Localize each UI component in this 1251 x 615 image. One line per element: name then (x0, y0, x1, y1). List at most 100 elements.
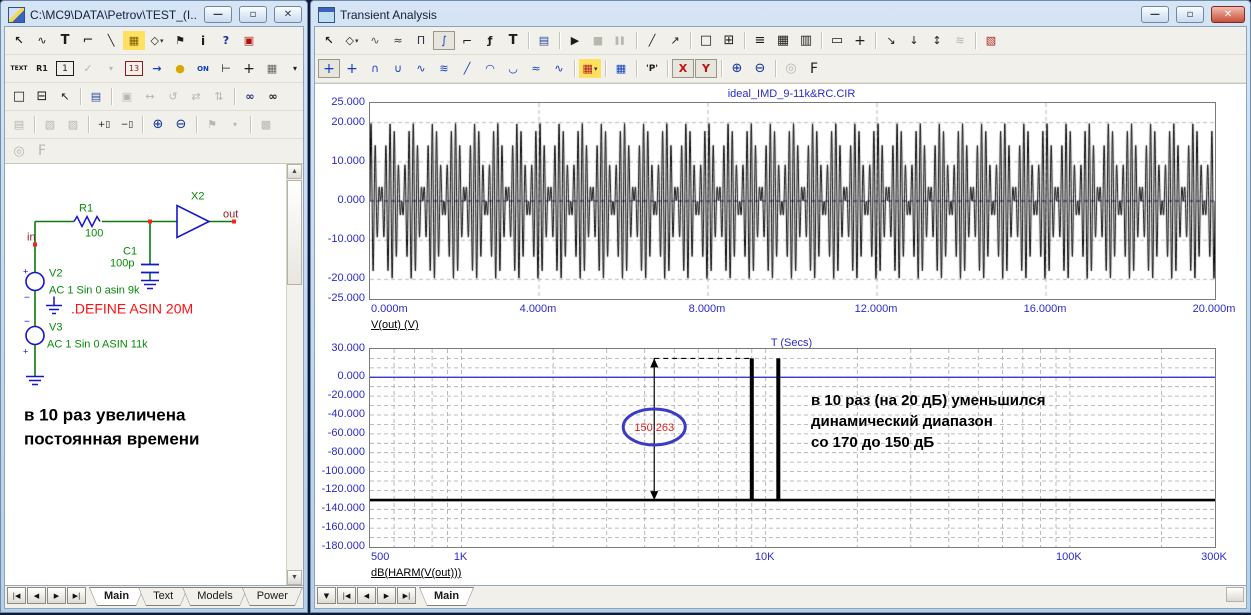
power-display-icon[interactable]: ● (169, 59, 191, 78)
stripes-horizontal-icon[interactable]: ≡ (749, 31, 771, 50)
nav-button[interactable]: ▶| (397, 587, 416, 604)
resistor-r1[interactable] (74, 217, 100, 227)
close-button[interactable]: ✕ (1211, 6, 1245, 23)
select-region-icon[interactable]: □ (695, 31, 717, 50)
value-display-icon[interactable]: 13 (125, 61, 143, 76)
zoom-in-icon[interactable]: ⊕ (147, 115, 169, 134)
go-to-low-icon[interactable]: ≋ (433, 59, 455, 78)
node-numbers-icon[interactable]: 1 (56, 61, 74, 76)
go-to-branch-icon[interactable]: ∿ (548, 59, 570, 78)
text-mode-icon[interactable]: T (54, 31, 76, 50)
find-component-icon[interactable]: ∞ (239, 87, 261, 106)
properties-icon[interactable]: ▤ (533, 31, 555, 50)
remove-page-icon[interactable]: −▯ (116, 115, 138, 134)
scroll-down-button[interactable]: ▼ (287, 570, 302, 585)
grid-icon[interactable]: ▦ (261, 59, 283, 78)
go-to-valley-icon[interactable]: ∪ (387, 59, 409, 78)
nav-button[interactable]: ▼ (317, 587, 336, 604)
clean-up-icon[interactable]: ▦▾ (579, 59, 601, 78)
go-to-high-icon[interactable]: ∿ (410, 59, 432, 78)
maximize-button[interactable]: ▫ (1176, 6, 1204, 23)
stripes-sparse-icon[interactable]: ▥ (795, 31, 817, 50)
flag-mode-icon[interactable]: ⚑ (169, 31, 191, 50)
transient-plot[interactable] (369, 102, 1216, 300)
go-to-inflection-icon[interactable]: ≈ (525, 59, 547, 78)
scope-colors-icon[interactable]: ▧ (980, 31, 1002, 50)
find-icon[interactable]: ∞ (262, 87, 284, 106)
component-mode-icon[interactable]: ▦ (123, 31, 145, 50)
nav-button[interactable]: |◀ (7, 587, 26, 604)
spectrum-plot[interactable]: 150.263 (369, 348, 1216, 548)
current-display-icon[interactable]: → (146, 59, 168, 78)
single-panel-icon[interactable]: ▭ (826, 31, 848, 50)
nav-button[interactable]: |◀ (337, 587, 356, 604)
cursor-mode-icon[interactable]: ∫ (433, 31, 455, 50)
analysis-titlebar[interactable]: Transient Analysis — ▫ ✕ (314, 3, 1247, 26)
state-display-icon[interactable]: ON (192, 59, 214, 78)
shapes-mode-icon[interactable]: ◇▾ (146, 31, 168, 50)
close-button[interactable]: ✕ (274, 6, 302, 23)
function-wave-icon[interactable]: ƒ (479, 31, 501, 50)
nav-button[interactable]: ▶ (377, 587, 396, 604)
minimize-button[interactable]: — (204, 6, 232, 23)
line-mode-icon[interactable]: ╲ (100, 31, 122, 50)
properties-icon[interactable]: ▤ (85, 87, 107, 106)
nav-button[interactable]: ◀ (27, 587, 46, 604)
periodic-steady-state-icon[interactable]: 'P' (641, 59, 663, 78)
numeric-output-icon[interactable]: ▦ (610, 59, 632, 78)
tag-xy-icon[interactable]: ↕ (926, 31, 948, 50)
page-tab-models[interactable]: Models (182, 587, 247, 606)
ortho-wire-mode-icon[interactable]: ⌐ (77, 31, 99, 50)
zoom-out-icon[interactable]: ⊖ (170, 115, 192, 134)
shapes-mode-icon-dropdown[interactable]: ▾ (160, 37, 164, 45)
capacitor-c1[interactable] (141, 265, 159, 273)
add-page-icon[interactable]: +▯ (93, 115, 115, 134)
select-tool[interactable]: ↖ (8, 31, 30, 50)
minimize-button[interactable]: — (1141, 6, 1169, 23)
page-tab-text[interactable]: Text (138, 587, 188, 606)
clean-up-icon-dropdown[interactable]: ▾ (594, 65, 598, 73)
schematic-canvas[interactable]: + − − + (5, 163, 303, 585)
text-mode-icon[interactable]: T (502, 31, 524, 50)
nav-button[interactable]: ◀ (303, 587, 304, 604)
tag-y-icon[interactable]: ↓ (903, 31, 925, 50)
axes-icon[interactable]: + (849, 31, 871, 50)
waveform-canvas[interactable] (370, 103, 1215, 299)
data-grid-icon[interactable]: ⊞ (718, 31, 740, 50)
select-tool[interactable]: ↖ (318, 31, 340, 50)
go-to-peak-icon[interactable]: ∩ (364, 59, 386, 78)
page-tab-power[interactable]: Power (242, 587, 303, 606)
split-window-icon[interactable]: ⊟ (31, 87, 53, 106)
scrollbar-gripper[interactable] (1226, 587, 1244, 602)
tag-format-icon[interactable]: ⌐ (456, 31, 478, 50)
opamp-x2[interactable] (177, 206, 209, 238)
line-tool-icon[interactable]: ╱ (641, 31, 663, 50)
node-highlight-icon[interactable]: ▣ (238, 31, 260, 50)
text-stamp-icon[interactable]: TEXT (8, 59, 30, 78)
shapes-mode-icon-dropdown[interactable]: ▾ (355, 37, 359, 45)
node-voltage-icon[interactable]: ⊢ (215, 59, 237, 78)
line-point-icon[interactable]: ↗ (664, 31, 686, 50)
page-tab-main[interactable]: Main (419, 587, 474, 606)
schematic-vertical-scrollbar[interactable]: ▲ ▼ (286, 164, 303, 585)
go-to-slope-icon[interactable]: ╱ (456, 59, 478, 78)
last-component-icon[interactable]: R1 (31, 59, 53, 78)
global-low-icon[interactable]: ◡ (502, 59, 524, 78)
scope-mode-icon[interactable]: ∿ (364, 31, 386, 50)
pin-connections-icon[interactable]: + (238, 59, 260, 78)
scroll-thumb[interactable] (287, 180, 302, 285)
grid-dd-icon[interactable]: ▾ (284, 59, 304, 78)
sample-hold-icon[interactable]: П (410, 31, 432, 50)
source-v3[interactable]: − + (23, 317, 44, 357)
wire-mode-icon[interactable]: ∿ (31, 31, 53, 50)
envelope-icon[interactable]: ≈ (387, 31, 409, 50)
shapes-mode-icon[interactable]: ◇▾ (341, 31, 363, 50)
pick-mode-icon[interactable]: ↖ (54, 87, 76, 106)
cursor-right-icon[interactable]: + (341, 59, 363, 78)
nav-button[interactable]: ◀ (357, 587, 376, 604)
tag-x-icon[interactable]: ↘ (880, 31, 902, 50)
font-icon[interactable]: F (803, 59, 825, 78)
page-tab-main[interactable]: Main (89, 587, 144, 606)
nav-button[interactable]: ▶| (67, 587, 86, 604)
source-v2[interactable]: + − (23, 267, 44, 304)
